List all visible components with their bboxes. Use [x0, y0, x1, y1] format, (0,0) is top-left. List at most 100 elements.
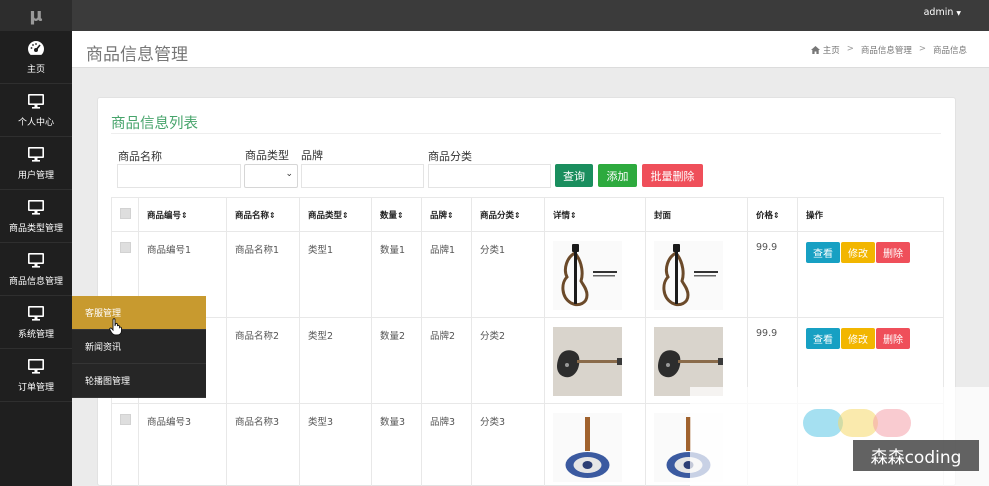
column-label: 价格	[756, 210, 774, 221]
sidebar-item-label: 用户管理	[17, 170, 54, 181]
cell-detail-image	[544, 231, 646, 318]
watermark: 森森coding	[853, 440, 979, 471]
monitor-icon	[28, 93, 44, 109]
column-header-type[interactable]: 商品类型⇕	[299, 197, 372, 232]
sidebar-item-order-management[interactable]: 订单管理	[0, 349, 72, 402]
edit-button[interactable]: 修改	[841, 328, 875, 349]
electric-guitar-image[interactable]	[654, 327, 723, 396]
column-label: 数量	[380, 210, 398, 221]
cell-type: 类型2	[299, 317, 372, 404]
cell-category: 分类1	[471, 231, 545, 318]
column-header-brand[interactable]: 品牌⇕	[421, 197, 472, 232]
blurred-view-button	[803, 409, 843, 437]
cell-category: 分类2	[471, 317, 545, 404]
view-button[interactable]: 查看	[806, 242, 840, 263]
sidebar-item-product-info-management[interactable]: 商品信息管理	[0, 243, 72, 296]
sort-icon: ⇕	[773, 210, 780, 220]
checkbox[interactable]	[119, 207, 131, 219]
cell-name: 商品名称2	[226, 317, 300, 404]
breadcrumb-current: 商品信息	[932, 46, 967, 56]
cell-actions: 查看 修改 删除	[797, 231, 944, 318]
cell-detail-image	[544, 317, 646, 404]
sort-icon: ⇕	[447, 210, 454, 220]
sort-icon: ⇕	[269, 210, 276, 220]
edit-button[interactable]: 修改	[841, 242, 875, 263]
add-button[interactable]: 添加	[598, 164, 637, 187]
cell-name: 商品名称1	[226, 231, 300, 318]
row-checkbox[interactable]	[119, 414, 131, 425]
sort-icon: ⇕	[514, 210, 521, 220]
hand-pointer-icon	[109, 318, 122, 336]
page-header: 商品信息管理 主页 > 商品信息管理 > 商品信息	[72, 31, 989, 68]
sidebar-item-user-management[interactable]: 用户管理	[0, 137, 72, 190]
sidebar-item-label: 个人中心	[17, 117, 54, 128]
user-menu[interactable]: admin ▼	[924, 7, 961, 18]
sidebar: μ 主页 个人中心 用户管理 商品类型管理 商品信息管理 系统管理 订单管理	[0, 0, 72, 486]
select-all-checkbox[interactable]	[111, 197, 139, 232]
column-header-category[interactable]: 商品分类⇕	[471, 197, 545, 232]
column-label: 商品编号	[147, 210, 182, 221]
column-header-name[interactable]: 商品名称⇕	[226, 197, 300, 232]
submenu-item-customer-service[interactable]: 客服管理	[72, 296, 206, 330]
divider	[111, 133, 941, 134]
sidebar-item-personal-center[interactable]: 个人中心	[0, 84, 72, 137]
column-header-price[interactable]: 价格⇕	[747, 197, 798, 232]
product-name-input[interactable]	[117, 164, 241, 188]
column-header-qty[interactable]: 数量⇕	[371, 197, 422, 232]
delete-button[interactable]: 删除	[876, 242, 910, 263]
cell-type: 类型3	[299, 403, 372, 486]
cell-qty: 数量3	[371, 403, 422, 486]
row-checkbox-cell[interactable]	[111, 403, 139, 486]
column-header-detail[interactable]: 详情⇕	[544, 197, 646, 232]
page-title: 商品信息管理	[86, 45, 188, 65]
sidebar-item-label: 商品信息管理	[8, 276, 63, 287]
silent-guitar-image[interactable]	[553, 241, 622, 310]
breadcrumb-separator: >	[918, 44, 926, 54]
blur-overlay	[690, 387, 989, 486]
submenu-item-news[interactable]: 新闻资讯	[72, 330, 206, 364]
silent-guitar-image[interactable]	[654, 241, 723, 310]
cell-type: 类型1	[299, 231, 372, 318]
breadcrumb-separator: >	[846, 44, 854, 54]
cell-qty: 数量2	[371, 317, 422, 404]
column-label: 封面	[654, 210, 672, 221]
sort-icon: ⇕	[570, 210, 577, 220]
top-bar: admin ▼	[72, 0, 989, 31]
row-checkbox[interactable]	[119, 242, 131, 253]
patterned-guitar-image[interactable]	[553, 413, 622, 482]
app-logo[interactable]: μ	[0, 0, 72, 31]
breadcrumb-home-label: 主页	[822, 46, 840, 56]
column-label: 商品类型	[308, 210, 343, 221]
brand-input[interactable]	[301, 164, 424, 188]
delete-button[interactable]: 删除	[876, 328, 910, 349]
batch-delete-button[interactable]: 批量删除	[642, 164, 703, 187]
product-type-select[interactable]: ⌄	[244, 164, 298, 188]
caret-down-icon: ▼	[956, 10, 961, 17]
cell-cover-image	[645, 231, 748, 318]
sidebar-item-system-management[interactable]: 系统管理	[0, 296, 72, 349]
query-button[interactable]: 查询	[555, 164, 593, 187]
sort-icon: ⇕	[342, 210, 349, 220]
cell-brand: 品牌2	[421, 317, 472, 404]
sidebar-item-home[interactable]: 主页	[0, 31, 72, 84]
column-header-cover: 封面	[645, 197, 748, 232]
breadcrumb-item[interactable]: 商品信息管理	[861, 44, 912, 56]
table-row: 商品编号1 商品名称1 类型1 数量1 品牌1 分类1 99.9 查看 修改 删…	[111, 231, 944, 318]
sidebar-item-product-type-management[interactable]: 商品类型管理	[0, 190, 72, 243]
column-header-code[interactable]: 商品编号⇕	[138, 197, 227, 232]
column-header-actions: 操作	[797, 197, 944, 232]
column-label: 详情	[553, 210, 571, 221]
monitor-icon	[28, 146, 44, 162]
sort-icon: ⇕	[397, 210, 404, 220]
breadcrumb-home[interactable]: 主页	[811, 44, 840, 56]
sidebar-item-label: 商品类型管理	[8, 223, 63, 234]
sort-icon: ⇕	[181, 210, 188, 220]
submenu-item-carousel[interactable]: 轮播图管理	[72, 364, 206, 398]
category-input[interactable]	[428, 164, 551, 188]
blurred-edit-button	[838, 409, 878, 437]
dashboard-icon	[28, 40, 44, 55]
electric-guitar-image[interactable]	[553, 327, 622, 396]
cell-code: 商品编号3	[138, 403, 227, 486]
column-label: 商品分类	[480, 210, 515, 221]
view-button[interactable]: 查看	[806, 328, 840, 349]
